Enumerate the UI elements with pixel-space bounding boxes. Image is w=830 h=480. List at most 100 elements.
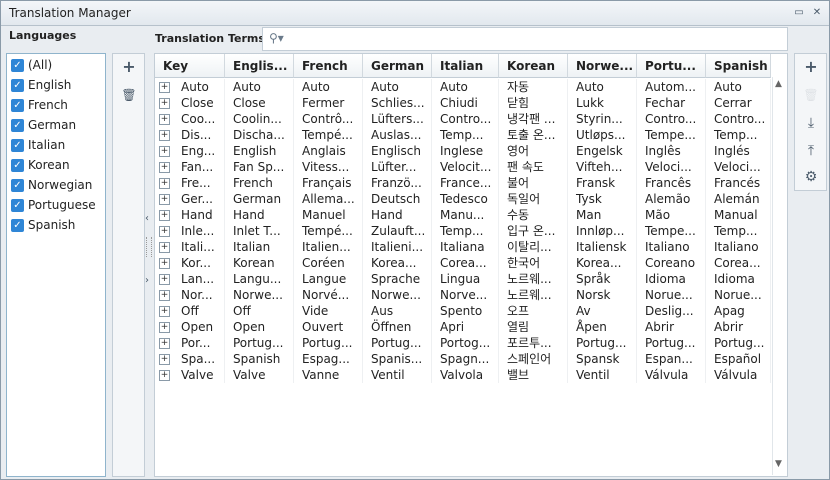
table-cell[interactable]: Korea... <box>572 255 637 271</box>
table-cell[interactable]: Portug... <box>229 335 294 351</box>
column-header[interactable]: Portu... <box>637 54 706 78</box>
table-cell[interactable]: Manual <box>710 207 771 223</box>
table-cell[interactable]: Tempe... <box>641 127 706 143</box>
table-cell[interactable]: Styrin... <box>572 111 637 127</box>
table-cell[interactable]: Contro... <box>710 111 771 127</box>
table-cell[interactable]: Av <box>572 303 637 319</box>
table-cell[interactable]: Temp... <box>710 223 771 239</box>
table-row[interactable]: + Ger... German Allema... Deutsch Tedesco 독일어 T… <box>155 191 771 207</box>
settings-button[interactable]: ⚙ <box>802 168 820 186</box>
table-cell[interactable]: Idioma <box>641 271 706 287</box>
scroll-up-icon[interactable]: ▲ <box>775 79 782 89</box>
language-item[interactable]: ✓ French <box>11 96 68 114</box>
table-cell[interactable]: Italiano <box>710 239 771 255</box>
table-cell[interactable]: Vanne <box>298 367 363 383</box>
table-cell[interactable]: 토출 온... <box>503 127 568 143</box>
table-cell[interactable]: 노르웨... <box>503 287 568 303</box>
expand-row-icon[interactable]: + <box>159 146 170 157</box>
table-cell[interactable]: Italien... <box>298 239 363 255</box>
delete-term-button[interactable]: 🗑 <box>802 86 820 104</box>
checkbox-checked-icon[interactable]: ✓ <box>11 158 24 172</box>
table-row[interactable]: + Por... Portug... Portug... Portug... Portog… <box>155 335 771 351</box>
table-cell[interactable]: Italiana <box>436 239 499 255</box>
language-item[interactable]: ✓ Portuguese <box>11 196 96 214</box>
table-row[interactable]: + Off Off Vide Aus Spento 오프 Av Deslig... Apag <box>155 303 771 319</box>
table-row[interactable]: + Fre... French Français Franzö... France... 불… <box>155 175 771 191</box>
close-icon[interactable]: ✕ <box>811 7 823 19</box>
checkbox-checked-icon[interactable]: ✓ <box>11 98 24 112</box>
table-cell[interactable]: Válvula <box>710 367 771 383</box>
table-cell[interactable]: Aus <box>367 303 432 319</box>
table-cell[interactable]: Portug... <box>298 335 363 351</box>
expand-row-icon[interactable]: + <box>159 322 170 333</box>
table-cell[interactable]: Portug... <box>641 335 706 351</box>
table-cell[interactable]: Hand <box>367 207 432 223</box>
table-cell[interactable]: Portog... <box>436 335 499 351</box>
table-cell[interactable]: Alemán <box>710 191 771 207</box>
table-row[interactable]: + Itali... Italian Italien... Italieni... Ita… <box>155 239 771 255</box>
table-cell[interactable]: Deslig... <box>641 303 706 319</box>
table-scrollbar[interactable]: ▲ ▼ <box>772 77 786 475</box>
table-cell[interactable]: Tedesco <box>436 191 499 207</box>
table-cell[interactable]: Auto <box>572 79 637 95</box>
table-cell[interactable]: Öffnen <box>367 319 432 335</box>
table-cell[interactable]: Francês <box>641 175 706 191</box>
table-cell[interactable]: Temp... <box>436 127 499 143</box>
table-cell[interactable]: Kor... <box>177 255 225 271</box>
table-cell[interactable]: Abrir <box>641 319 706 335</box>
table-row[interactable]: + Eng... English Anglais Englisch Inglese 영어 En… <box>155 143 771 159</box>
expand-row-icon[interactable]: + <box>159 130 170 141</box>
table-cell[interactable]: Auto <box>298 79 363 95</box>
export-button[interactable]: ⤒ <box>802 142 820 160</box>
import-button[interactable]: ⤓ <box>802 114 820 132</box>
table-cell[interactable]: Lan... <box>177 271 225 287</box>
table-cell[interactable]: Italieni... <box>367 239 432 255</box>
table-cell[interactable]: Franzö... <box>367 175 432 191</box>
table-cell[interactable]: 열림 <box>503 319 568 335</box>
table-cell[interactable]: Válvula <box>641 367 706 383</box>
table-cell[interactable]: Englisch <box>367 143 432 159</box>
expand-row-icon[interactable]: + <box>159 194 170 205</box>
table-cell[interactable]: 오프 <box>503 303 568 319</box>
table-cell[interactable]: Cerrar <box>710 95 771 111</box>
table-cell[interactable]: Espag... <box>298 351 363 367</box>
table-cell[interactable]: Åpen <box>572 319 637 335</box>
table-cell[interactable]: Valve <box>229 367 294 383</box>
table-cell[interactable]: Utløps... <box>572 127 637 143</box>
table-cell[interactable]: Spento <box>436 303 499 319</box>
table-row[interactable]: + Open Open Ouvert Öffnen Apri 열림 Åpen Abrir Abri… <box>155 319 771 335</box>
table-cell[interactable]: Español <box>710 351 771 367</box>
table-cell[interactable]: Anglais <box>298 143 363 159</box>
search-input[interactable]: ⚲▾ <box>262 27 788 51</box>
table-cell[interactable]: Hand <box>229 207 294 223</box>
table-cell[interactable]: Coo... <box>177 111 225 127</box>
checkbox-checked-icon[interactable]: ✓ <box>11 218 24 232</box>
column-header[interactable]: Englis... <box>225 54 294 78</box>
table-cell[interactable]: Apri <box>436 319 499 335</box>
table-cell[interactable]: 한국어 <box>503 255 568 271</box>
table-cell[interactable]: Corea... <box>436 255 499 271</box>
add-term-button[interactable]: + <box>802 58 820 76</box>
table-cell[interactable]: Langu... <box>229 271 294 287</box>
table-cell[interactable]: Lukk <box>572 95 637 111</box>
expand-row-icon[interactable]: + <box>159 242 170 253</box>
language-item[interactable]: ✓ Spanish <box>11 216 75 234</box>
column-header[interactable]: Korean <box>499 54 568 78</box>
table-cell[interactable]: German <box>229 191 294 207</box>
delete-language-button[interactable]: 🗑 <box>120 86 138 104</box>
expand-row-icon[interactable]: + <box>159 98 170 109</box>
table-cell[interactable]: Vifteh... <box>572 159 637 175</box>
table-cell[interactable]: Dis... <box>177 127 225 143</box>
table-cell[interactable]: Fan... <box>177 159 225 175</box>
column-header[interactable]: French <box>294 54 363 78</box>
table-cell[interactable]: 냉각팬 ... <box>503 111 568 127</box>
table-cell[interactable]: Schlies... <box>367 95 432 111</box>
checkbox-checked-icon[interactable]: ✓ <box>11 118 24 132</box>
table-row[interactable]: + Kor... Korean Coréen Korea... Corea... 한국어 Ko… <box>155 255 771 271</box>
splitter-grip[interactable] <box>146 237 152 257</box>
table-row[interactable]: + Nor... Norwe... Norvé... Norwe... Norve... 노… <box>155 287 771 303</box>
table-cell[interactable]: Velocit... <box>436 159 499 175</box>
table-cell[interactable]: 닫힘 <box>503 95 568 111</box>
table-cell[interactable]: Ventil <box>367 367 432 383</box>
table-cell[interactable]: Deutsch <box>367 191 432 207</box>
